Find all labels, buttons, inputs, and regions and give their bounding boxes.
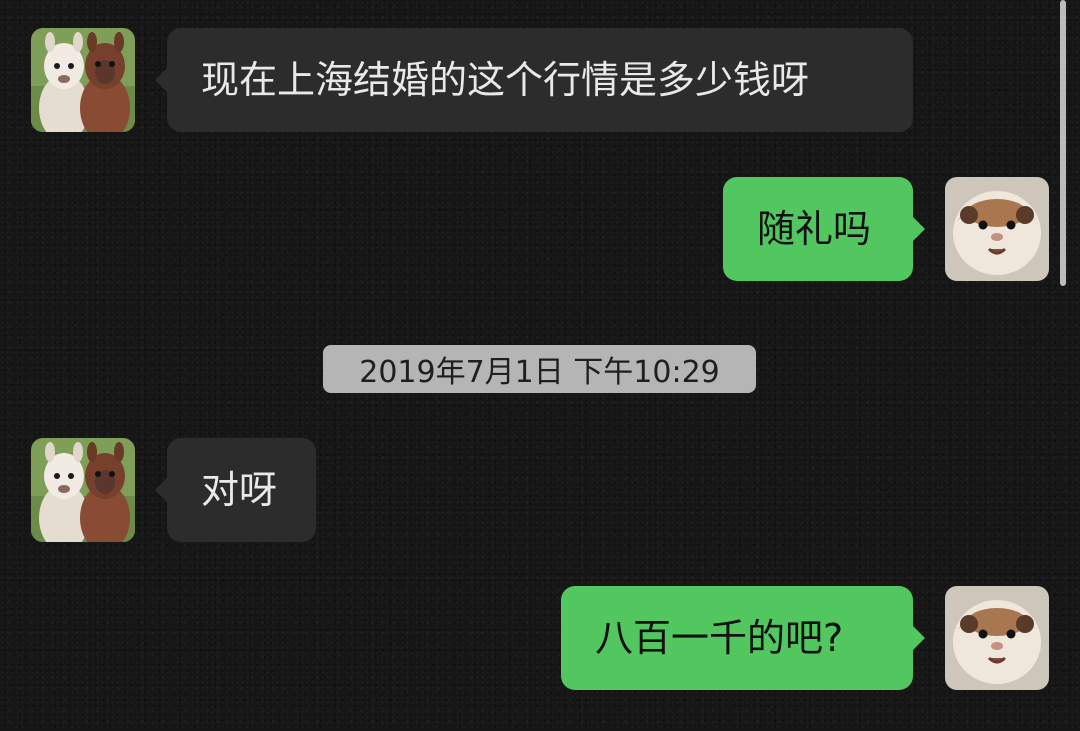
message-text: 八百一千的吧? [595,616,844,660]
hamster-avatar-icon[interactable] [945,177,1049,281]
message-text: 现在上海结婚的这个行情是多少钱呀 [201,58,810,102]
alpaca-avatar-icon[interactable] [31,438,135,542]
alpaca-avatar-image [31,438,135,542]
timestamp-text: 2019年7月1日 下午10:29 [359,355,720,390]
hamster-avatar-image [945,177,1049,281]
timestamp-divider: 2019年7月1日 下午10:29 [323,345,756,393]
message-bubble-incoming[interactable]: 对呀 [155,438,316,542]
message-text: 对呀 [201,468,278,512]
chat-area: 现在上海结婚的这个行情是多少钱呀 随礼吗 2019年7月1日 下午10:29 对… [0,0,1080,731]
message-bubble-incoming[interactable]: 现在上海结婚的这个行情是多少钱呀 [155,28,913,132]
hamster-avatar-icon[interactable] [945,586,1049,690]
scrollbar[interactable] [1060,0,1066,286]
message-text: 随礼吗 [757,207,872,251]
alpaca-avatar-image [31,28,135,132]
hamster-avatar-image [945,586,1049,690]
message-bubble-outgoing[interactable]: 随礼吗 [723,177,925,281]
alpaca-avatar-icon[interactable] [31,28,135,132]
message-bubble-outgoing[interactable]: 八百一千的吧? [561,586,925,690]
